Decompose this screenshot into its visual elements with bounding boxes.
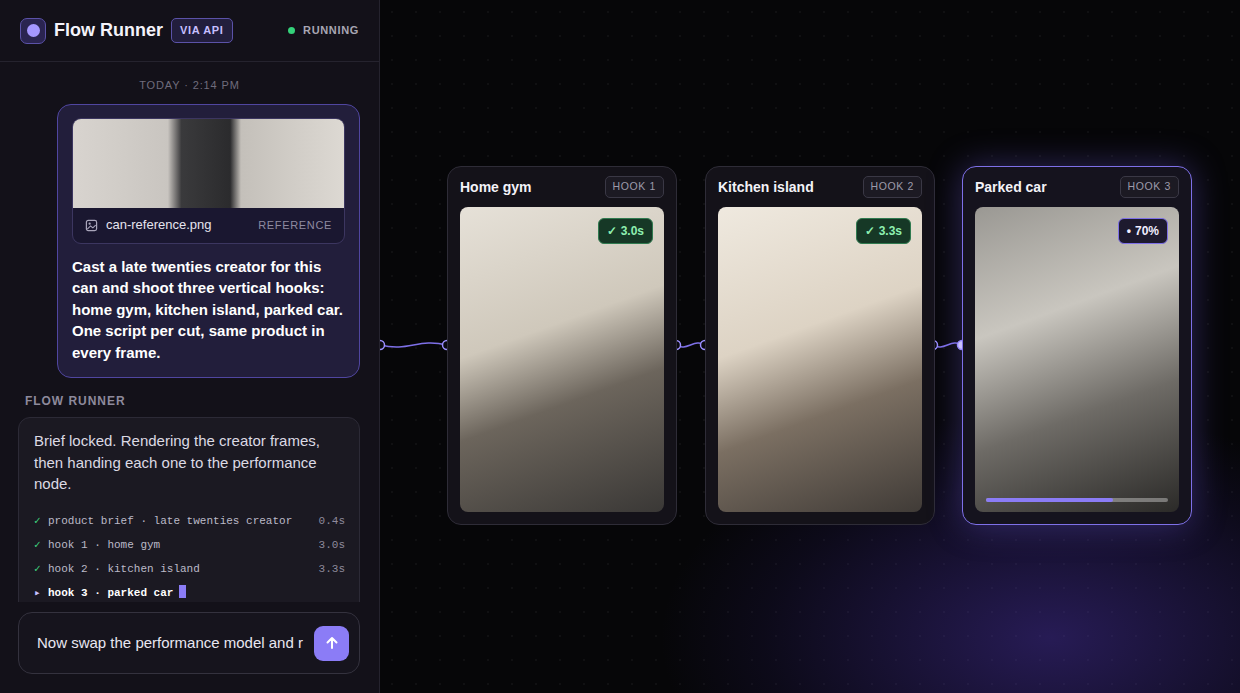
log-text: product brief · late twenties creator <box>48 515 292 527</box>
log-text-wrap: hook 1 · home gym <box>48 533 311 557</box>
check-icon: ✓ <box>34 509 48 533</box>
api-badge: VIA API <box>171 18 233 43</box>
image-icon <box>85 219 98 232</box>
run-log: ✓product brief · late twenties creator0.… <box>34 509 345 603</box>
log-text-wrap: hook 2 · kitchen island <box>48 557 311 581</box>
hook-badge: HOOK 2 <box>863 176 922 198</box>
card-title: Home gym <box>460 177 532 198</box>
status-text: 70% <box>1135 224 1159 238</box>
progress-track <box>986 498 1168 502</box>
status-badge: ✓ 3.0s <box>598 218 653 244</box>
cursor-icon <box>179 585 186 598</box>
assistant-label: FLOW RUNNER <box>25 392 379 410</box>
hook-badge: HOOK 1 <box>605 176 664 198</box>
log-text: hook 2 · kitchen island <box>48 563 200 575</box>
reference-image <box>73 119 344 208</box>
message-input[interactable] <box>35 631 306 656</box>
app-title: Flow Runner <box>54 17 163 44</box>
check-icon: ✓ <box>34 557 48 581</box>
log-text: hook 3 · parked car <box>48 587 173 599</box>
hook-card[interactable]: Kitchen island HOOK 2 ✓ 3.3s <box>705 166 935 525</box>
progress-fill <box>986 498 1113 502</box>
card-header: Home gym HOOK 1 <box>460 167 664 207</box>
timestamp: TODAY · 2:14 PM <box>0 77 379 94</box>
status-badge: ✓ 3.3s <box>856 218 911 244</box>
status-text: 3.0s <box>621 224 644 238</box>
arrow-up-icon <box>324 635 340 651</box>
status-badge: • 70% <box>1118 218 1168 244</box>
panel-header: Flow Runner VIA API RUNNING <box>0 0 379 62</box>
card-header: Kitchen island HOOK 2 <box>718 167 922 207</box>
status-text: 3.3s <box>879 224 902 238</box>
app: Flow Runner VIA API RUNNING TODAY · 2:14 PM… <box>0 0 1240 693</box>
card-header: Parked car HOOK 3 <box>975 167 1179 207</box>
chat-panel: Flow Runner VIA API RUNNING TODAY · 2:14 PM… <box>0 0 380 693</box>
hook-card[interactable]: Home gym HOOK 1 ✓ 3.0s <box>447 166 677 525</box>
progress-dot-icon: • <box>1127 224 1131 238</box>
creator-frame: ✓ 3.0s <box>460 207 664 512</box>
log-time: 3.3s <box>319 557 345 581</box>
card-title: Kitchen island <box>718 177 814 198</box>
check-icon: ✓ <box>34 533 48 557</box>
running-icon: ▸ <box>34 581 48 603</box>
run-status: RUNNING <box>288 22 359 39</box>
hook-card[interactable]: Parked car HOOK 3 • 70% <box>962 166 1192 525</box>
flow-canvas: Home gym HOOK 1 ✓ 3.0s Kitchen island HOOK 2 ✓… <box>380 0 1240 693</box>
logo-icon <box>20 18 46 44</box>
composer-box <box>18 612 360 674</box>
log-time: 0.4s <box>319 509 345 533</box>
creator-frame: • 70% <box>975 207 1179 512</box>
user-message-text: Cast a late twenties creator for this ca… <box>72 256 345 364</box>
chat-log: TODAY · 2:14 PM can-reference.png REFERENC… <box>0 62 379 602</box>
hook-badge: HOOK 3 <box>1120 176 1179 198</box>
attachment-tag: REFERENCE <box>258 217 332 234</box>
log-text: hook 1 · home gym <box>48 539 160 551</box>
card-title: Parked car <box>975 177 1047 198</box>
log-line: ✓hook 2 · kitchen island 3.3s <box>34 557 345 581</box>
log-line: ✓hook 1 · home gym 3.0s <box>34 533 345 557</box>
attachment-filename: can-reference.png <box>106 215 212 235</box>
check-icon: ✓ <box>607 224 617 238</box>
send-button[interactable] <box>314 626 349 661</box>
log-text-wrap: product brief · late twenties creator <box>48 509 311 533</box>
status-dot-icon <box>288 27 295 34</box>
user-message: can-reference.png REFERENCE Cast a late tw… <box>57 104 360 379</box>
attachment[interactable]: can-reference.png REFERENCE <box>72 118 345 244</box>
attachment-row: can-reference.png REFERENCE <box>73 208 344 243</box>
log-line: ▸hook 3 · parked car <box>34 581 345 603</box>
status-label: RUNNING <box>303 22 359 39</box>
log-text-wrap: hook 3 · parked car <box>48 581 345 603</box>
assistant-message: Brief locked. Rendering the creator fram… <box>18 417 360 602</box>
assistant-message-text: Brief locked. Rendering the creator fram… <box>34 430 345 495</box>
check-icon: ✓ <box>865 224 875 238</box>
composer <box>0 602 379 693</box>
log-time: 3.0s <box>319 533 345 557</box>
creator-frame: ✓ 3.3s <box>718 207 922 512</box>
log-line: ✓product brief · late twenties creator 0.… <box>34 509 345 533</box>
